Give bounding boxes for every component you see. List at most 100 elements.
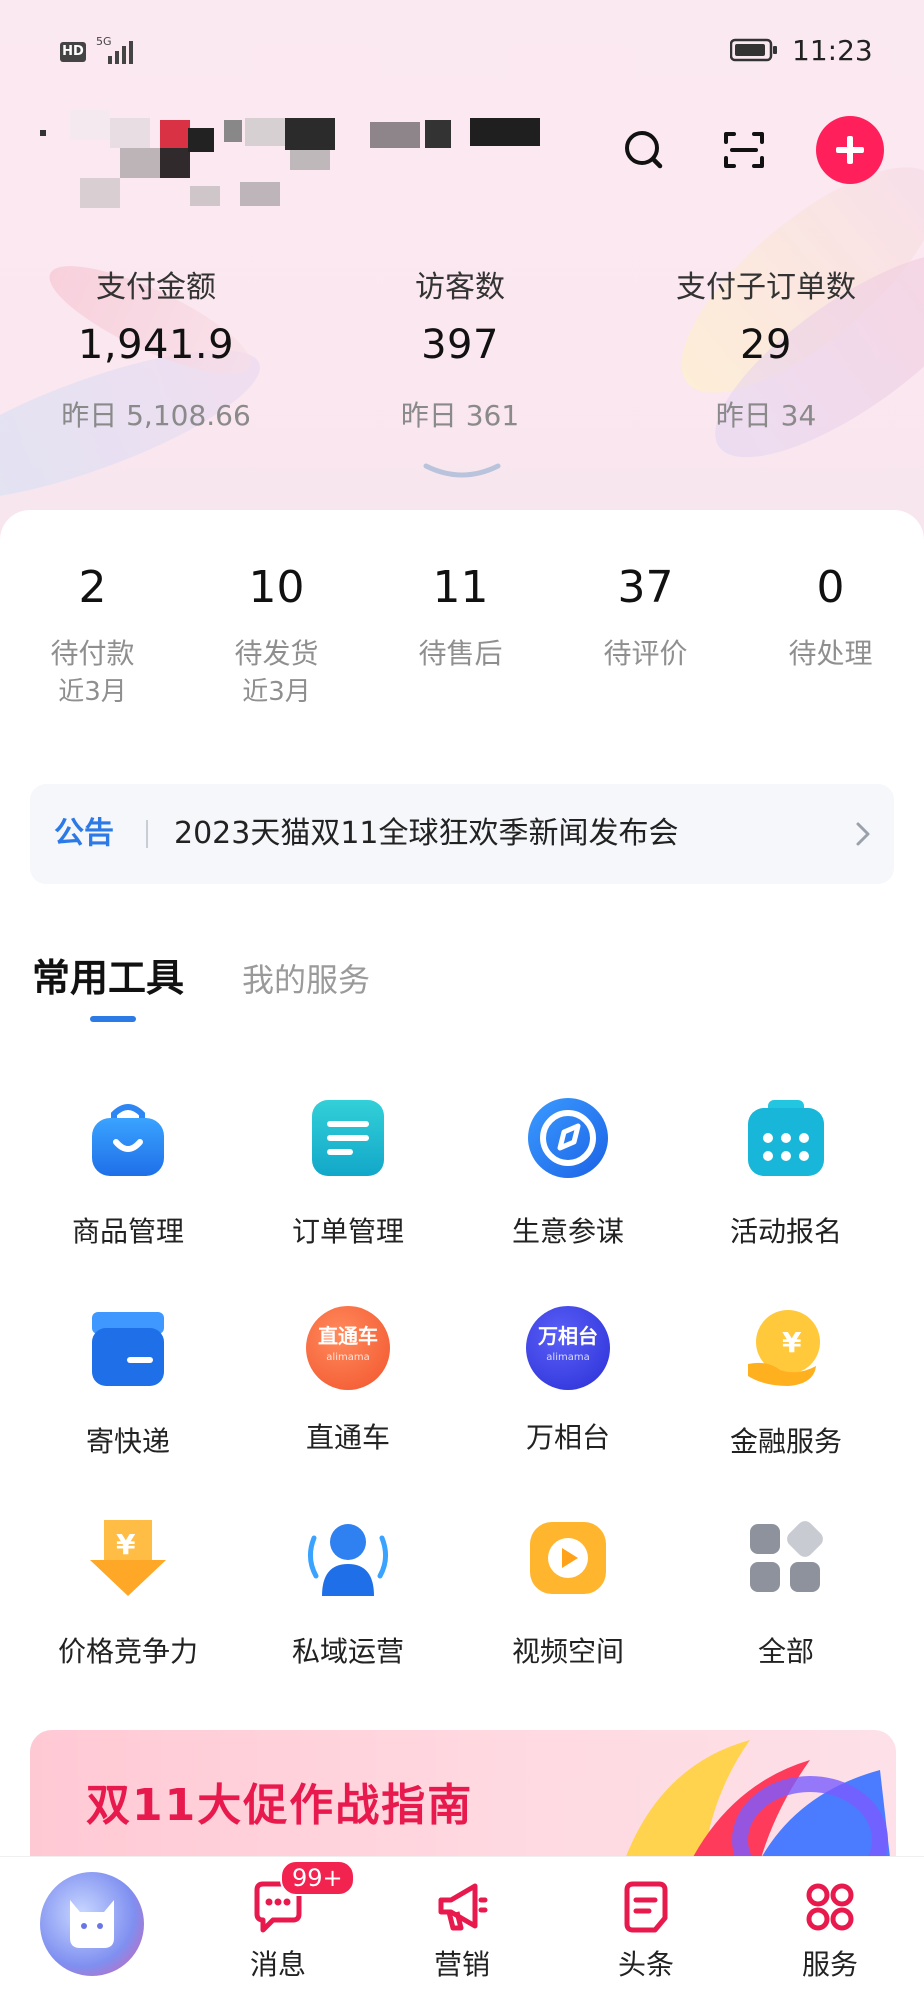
tool-label: 订单管理 [291,1215,404,1248]
nav-label: 营销 [433,1948,490,1981]
order-count: 37 [617,562,674,613]
tool-video-space[interactable]: 视频空间 [458,1516,678,1670]
tab-indicator [90,1016,136,1022]
tool-express-delivery[interactable]: 寄快递 [18,1306,238,1460]
alimama-text: alimama [546,1352,590,1363]
tool-product-management[interactable]: 商品管理 [18,1096,238,1250]
svg-text:¥: ¥ [116,1528,136,1561]
order-label: 待处理 [788,637,873,670]
metric-value: 29 [740,322,792,368]
calendar-icon [748,1100,824,1176]
battery-icon [730,38,777,62]
order-count: 11 [432,562,489,613]
order-pending-payment[interactable]: 2 待付款 近3月 [0,562,185,710]
tool-label: 万相台 [525,1421,610,1454]
order-label: 待发货 [234,637,319,670]
tool-all[interactable]: 全部 [676,1516,896,1670]
unread-badge: 99+ [280,1860,355,1896]
order-sub: 近3月 [58,677,127,707]
order-label: 待付款 [50,637,135,670]
price-tag-icon: ¥ [90,1520,166,1596]
megaphone-icon [438,1883,488,1931]
expand-chevron-icon[interactable] [420,462,504,482]
metric-sub-orders[interactable]: 支付子订单数 29 昨日 34 [616,268,916,434]
metric-label: 访客数 [415,270,505,305]
svg-text:¥: ¥ [782,1326,802,1359]
metric-value: 1,941.9 [77,322,235,368]
announcement-tag: 公告 [54,816,114,851]
nav-services[interactable]: 服务 [770,1880,890,1982]
order-label: 待售后 [418,637,503,670]
metric-label: 支付金额 [96,270,216,305]
tool-order-management[interactable]: 订单管理 [238,1096,458,1250]
tool-price-competitiveness[interactable]: ¥ 价格竞争力 [18,1516,238,1670]
signal-icon [108,41,133,64]
grid-all-icon [750,1521,823,1592]
divider [146,820,148,848]
nav-headlines[interactable]: 头条 [586,1880,706,1982]
home-mascot-icon[interactable] [40,1872,144,1976]
nav-label: 消息 [249,1948,306,1981]
tool-private-domain[interactable]: 私域运营 [238,1516,458,1670]
metric-label: 支付子订单数 [676,270,856,305]
metric-payment-amount[interactable]: 支付金额 1,941.9 昨日 5,108.66 [6,268,306,434]
metric-yesterday: 昨日 34 [715,399,817,432]
order-pending-shipment[interactable]: 10 待发货 近3月 [184,562,369,710]
order-pending-review[interactable]: 37 待评价 [553,562,738,672]
tool-ztc[interactable]: 直通车 alimama 直通车 [238,1306,458,1456]
alimama-text: alimama [326,1352,370,1363]
metric-visitors[interactable]: 访客数 397 昨日 361 [310,268,610,434]
document-list-icon [312,1100,384,1176]
shopping-bag-icon [92,1104,164,1176]
package-box-icon [92,1312,164,1386]
clock: 11:23 [792,34,873,67]
compass-icon [528,1098,608,1178]
metric-value: 397 [421,322,499,368]
tool-finance-service[interactable]: ¥ 金融服务 [676,1306,896,1460]
tmall-cat-icon [70,1900,114,1948]
store-name-redacted [40,110,560,210]
metric-yesterday: 昨日 361 [400,399,520,432]
announcement-bar[interactable]: 公告 2023天猫双11全球狂欢季新闻发布会 [30,784,894,884]
tool-event-signup[interactable]: 活动报名 [676,1096,896,1250]
order-after-sale[interactable]: 11 待售后 [368,562,553,672]
scan-icon[interactable] [712,118,776,182]
tool-label: 生意参谋 [511,1215,624,1248]
hd-indicator: HD [60,42,86,62]
order-label: 待评价 [603,637,688,670]
tab-my-services[interactable]: 我的服务 [242,958,370,1002]
ztc-logo-icon: 直通车 alimama [306,1306,390,1390]
order-count: 2 [78,562,107,613]
tool-business-advisor[interactable]: 生意参谋 [458,1096,678,1250]
nav-label: 服务 [801,1948,858,1981]
status-bar: HD 5G 11:23 [0,0,924,100]
metric-yesterday: 昨日 5,108.66 [61,399,251,432]
news-icon [624,1881,668,1933]
order-to-process[interactable]: 0 待处理 [738,562,923,672]
tab-common-tools[interactable]: 常用工具 [32,954,184,1002]
services-grid-icon [806,1883,854,1931]
chevron-right-icon [856,822,870,846]
tool-label: 商品管理 [71,1215,184,1248]
nav-marketing[interactable]: 营销 [402,1880,522,1982]
wxt-logo-text: 万相台 [538,1324,598,1348]
coin-hand-icon: ¥ [748,1310,820,1386]
tool-label: 全部 [757,1635,814,1668]
tool-wxt[interactable]: 万相台 alimama 万相台 [458,1306,678,1456]
nav-label: 头条 [617,1948,674,1981]
order-sub: 近3月 [242,677,311,707]
tool-label: 私域运营 [291,1635,404,1668]
user-group-icon [308,1524,388,1596]
order-count: 10 [248,562,305,613]
announcement-text: 2023天猫双11全球狂欢季新闻发布会 [174,816,679,851]
add-button[interactable] [816,116,884,184]
tool-label: 视频空间 [511,1635,624,1668]
tool-label: 金融服务 [729,1425,842,1458]
order-count: 0 [816,562,845,613]
tool-label: 寄快递 [85,1425,170,1458]
wxt-logo-icon: 万相台 alimama [526,1306,610,1390]
tool-label: 直通车 [305,1421,390,1454]
banner-title: 双11大促作战指南 [86,1780,474,1831]
video-play-icon [530,1522,606,1594]
search-icon[interactable] [612,118,676,182]
